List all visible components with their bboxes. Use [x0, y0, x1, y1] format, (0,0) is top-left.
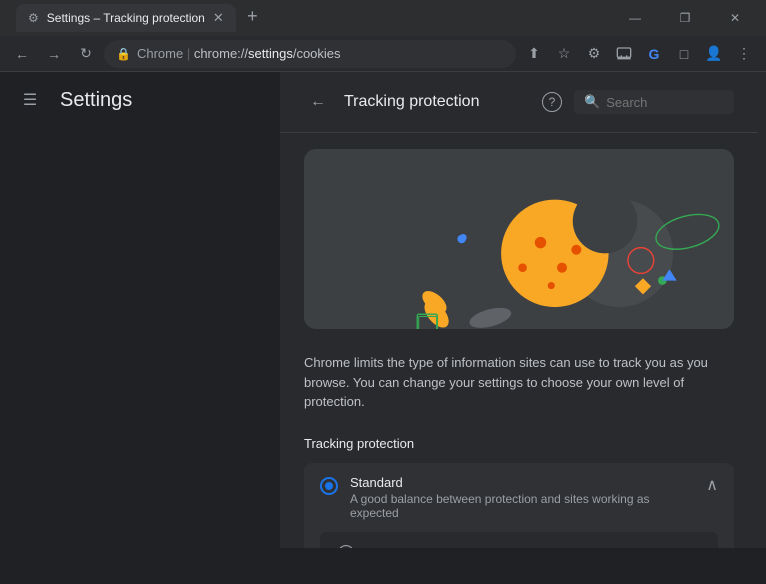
url-scheme: chrome:// [194, 46, 248, 61]
titlebar: ⚙ Settings – Tracking protection ✕ + — ❐… [0, 0, 766, 36]
tab-title: Settings – Tracking protection [47, 11, 205, 25]
maximize-button[interactable]: ❐ [662, 0, 708, 36]
new-tab-button[interactable]: + [239, 6, 266, 26]
search-box[interactable]: 🔍 [574, 90, 734, 114]
hero-illustration [304, 149, 734, 329]
standard-option-text: Standard A good balance between protecti… [350, 475, 694, 520]
profile-icon[interactable]: 👤 [700, 40, 728, 68]
tab-bar: ⚙ Settings – Tracking protection ✕ + [16, 4, 266, 32]
tab-close-button[interactable]: ✕ [213, 10, 224, 26]
settings-page-title: Settings [60, 89, 132, 112]
help-icon[interactable]: ? [542, 92, 562, 112]
standard-option[interactable]: Standard A good balance between protecti… [304, 463, 734, 549]
standard-option-desc: A good balance between protection and si… [350, 492, 694, 520]
share-icon[interactable]: ⬆ [520, 40, 548, 68]
sidebar-header: ☰ Settings [0, 72, 280, 128]
url-path: settings [248, 46, 293, 61]
description-text: Chrome limits the type of information si… [280, 345, 758, 428]
search-input[interactable] [606, 95, 706, 110]
sub-option-header: Chrome automatically limits third-party … [336, 544, 702, 549]
refresh-button[interactable]: ↻ [72, 40, 100, 68]
content-header: ← Tracking protection ? 🔍 [280, 72, 758, 133]
bookmark-icon[interactable]: ☆ [550, 40, 578, 68]
back-nav-button[interactable]: ← [8, 40, 36, 68]
tab-favicon: ⚙ [28, 11, 39, 25]
window-controls: — ❐ ✕ [612, 0, 758, 36]
expand-button[interactable]: ∧ [706, 475, 718, 495]
sidebar: ☰ Settings [0, 72, 280, 548]
url-suffix: /cookies [293, 46, 341, 61]
sub-option-limits: Chrome automatically limits third-party … [320, 532, 718, 549]
hamburger-menu[interactable]: ☰ [16, 86, 44, 114]
url-prefix: Chrome | chrome://settings/cookies [137, 46, 341, 61]
back-button[interactable]: ← [304, 88, 332, 116]
search-magnifier-icon: 🔍 [584, 94, 600, 110]
main-content: ← Tracking protection ? 🔍 [280, 72, 758, 548]
section-title: Tracking protection [280, 428, 758, 459]
media-hub-icon[interactable]: □ [670, 40, 698, 68]
url-chrome-label: Chrome [137, 46, 183, 61]
google-icon[interactable]: G [640, 40, 668, 68]
standard-option-label: Standard [350, 475, 694, 490]
menu-icon[interactable]: ⋮ [730, 40, 758, 68]
scrollbar-track [758, 72, 766, 548]
minimize-button[interactable]: — [612, 0, 658, 36]
sub-option-title: Chrome automatically limits third-party … [366, 547, 635, 549]
page-title: Tracking protection [344, 93, 530, 111]
secure-icon: 🔒 [116, 47, 131, 61]
extensions-icon[interactable]: ⚙ [580, 40, 608, 68]
address-bar: ← → ↻ 🔒 Chrome | chrome://settings/cooki… [0, 36, 766, 72]
address-input-bar[interactable]: 🔒 Chrome | chrome://settings/cookies [104, 40, 516, 68]
toolbar-icons: ⬆ ☆ ⚙ G □ 👤 ⋮ [520, 40, 758, 68]
chromecast-icon[interactable] [610, 40, 638, 68]
settings-page: ☰ Settings ← Tracking protection ? 🔍 [0, 72, 766, 548]
close-button[interactable]: ✕ [712, 0, 758, 36]
standard-radio[interactable] [320, 477, 338, 495]
no-tracking-icon [336, 544, 356, 549]
forward-nav-button[interactable]: → [40, 40, 68, 68]
option-header-standard: Standard A good balance between protecti… [320, 475, 718, 520]
